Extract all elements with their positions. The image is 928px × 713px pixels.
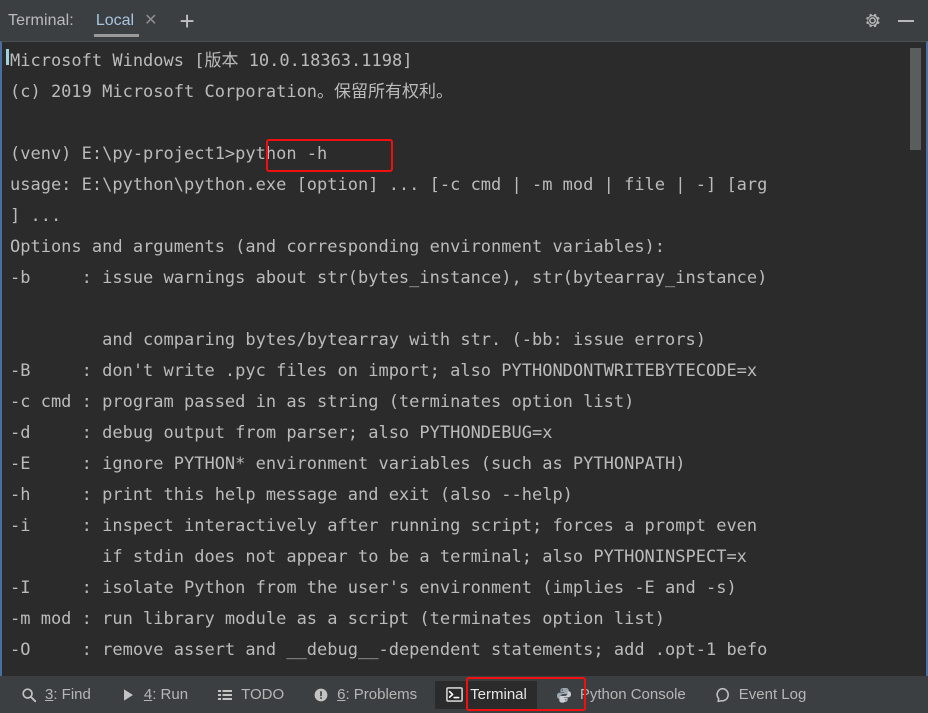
status-bar-item-label: Event Log bbox=[738, 686, 807, 703]
play-icon bbox=[119, 686, 137, 704]
status-bar-item-terminal[interactable]: Terminal bbox=[435, 680, 537, 709]
status-bar-item-problems[interactable]: 6: Problems bbox=[302, 681, 427, 709]
terminal-output-panel[interactable]: Microsoft Windows [版本 10.0.18363.1198] (c… bbox=[0, 41, 928, 676]
status-bar-item-label: Python Console bbox=[579, 686, 686, 703]
terminal-text[interactable]: Microsoft Windows [版本 10.0.18363.1198] (c… bbox=[2, 42, 926, 676]
status-bar-item-label: Terminal bbox=[470, 686, 527, 703]
status-bar-item-label: TODO bbox=[241, 686, 285, 703]
status-bar-item-run[interactable]: 4: Run bbox=[109, 681, 198, 709]
status-bar-item-text: : Run bbox=[152, 686, 189, 703]
terminal-line: -m mod : run library module as a script … bbox=[10, 609, 666, 629]
terminal-header: Terminal: Local ✕ + bbox=[0, 0, 928, 41]
search-icon bbox=[20, 686, 38, 704]
python-icon bbox=[555, 686, 573, 704]
terminal-line: Options and arguments (and corresponding… bbox=[10, 237, 666, 257]
terminal-line: -h : print this help message and exit (a… bbox=[10, 485, 573, 505]
close-x-icon[interactable]: ✕ bbox=[144, 12, 157, 29]
terminal-line: usage: E:\python\python.exe [option] ...… bbox=[10, 175, 768, 195]
terminal-line: Microsoft Windows [版本 10.0.18363.1198] bbox=[10, 51, 413, 71]
event-log-icon bbox=[714, 686, 732, 704]
status-bar-item-mnemonic: 4 bbox=[143, 686, 153, 703]
terminal-line: (venv) E:\py-project1>python -h bbox=[10, 144, 328, 164]
terminal-line: -c cmd : program passed in as string (te… bbox=[10, 392, 635, 412]
status-bar-item-label: 4: Run bbox=[144, 686, 188, 703]
terminal-tool-window: Terminal: Local ✕ + Microsoft Windows [版… bbox=[0, 0, 928, 713]
terminal-scrollbar-thumb[interactable] bbox=[910, 48, 921, 150]
terminal-line: ] ... bbox=[10, 206, 62, 226]
status-bar-item-todo[interactable]: TODO bbox=[206, 681, 294, 709]
terminal-line: -I : isolate Python from the user's envi… bbox=[10, 578, 737, 598]
terminal-header-actions bbox=[863, 0, 928, 41]
terminal-tab-label: Local bbox=[95, 11, 135, 29]
status-bar: 3: Find 4: Run TODO 6: Problems Terminal Pyth… bbox=[0, 676, 928, 713]
terminal-line: -B : don't write .pyc files on import; a… bbox=[10, 361, 758, 381]
terminal-line: -E : ignore PYTHON* environment variable… bbox=[10, 454, 686, 474]
status-bar-item-python-console[interactable]: Python Console bbox=[545, 681, 696, 709]
terminal-line: if stdin does not appear to be a termina… bbox=[10, 547, 747, 567]
terminal-tab-local[interactable]: Local ✕ bbox=[90, 0, 162, 41]
terminal-line: -b : issue warnings about str(bytes_inst… bbox=[10, 268, 768, 288]
plus-icon[interactable]: + bbox=[179, 8, 194, 34]
exclamation-circle-icon bbox=[312, 686, 330, 704]
minimize-icon[interactable] bbox=[898, 19, 914, 22]
terminal-scrollbar[interactable] bbox=[910, 42, 924, 676]
tab-active-underline bbox=[93, 34, 140, 37]
status-bar-item-label: 6: Problems bbox=[337, 686, 417, 703]
list-icon bbox=[216, 686, 234, 704]
status-bar-item-find[interactable]: 3: Find bbox=[10, 681, 101, 709]
status-bar-item-text: : Problems bbox=[345, 686, 418, 703]
gear-icon[interactable] bbox=[863, 11, 882, 30]
terminal-line: -d : debug output from parser; also PYTH… bbox=[10, 423, 553, 443]
terminal-line: -i : inspect interactively after running… bbox=[10, 516, 758, 536]
terminal-header-label: Terminal: bbox=[8, 11, 74, 29]
terminal-line: and comparing bytes/bytearray with str. … bbox=[10, 330, 706, 350]
status-bar-item-text: : Find bbox=[53, 686, 91, 703]
status-bar-item-event-log[interactable]: Event Log bbox=[704, 681, 817, 709]
terminal-icon bbox=[445, 686, 463, 704]
terminal-line: -O : remove assert and __debug__-depende… bbox=[10, 640, 768, 660]
terminal-line: (c) 2019 Microsoft Corporation。保留所有权利。 bbox=[10, 82, 454, 102]
status-bar-item-label: 3: Find bbox=[45, 686, 91, 703]
